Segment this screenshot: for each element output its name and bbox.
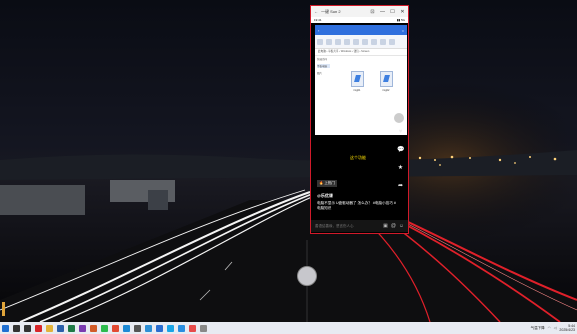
image-file-icon xyxy=(409,71,410,87)
word-icon xyxy=(57,324,64,332)
app-red-icon xyxy=(35,324,42,332)
task-view-taskbar-button[interactable] xyxy=(23,323,33,333)
edge-taskbar-button[interactable] xyxy=(122,323,132,333)
promo-tag[interactable]: 🔥 上热门 xyxy=(317,180,337,187)
at-icon[interactable]: @ xyxy=(391,223,396,229)
start-icon xyxy=(2,324,9,332)
pin-icon[interactable]: ⊡ xyxy=(370,9,375,15)
like-icon[interactable]: ♥ xyxy=(397,129,404,135)
file-item: img01 xyxy=(349,71,365,92)
phone-screen[interactable]: 19:41 ▮▮ 5G ‹ ○ 此电脑 › 平板共享 › Windows › 钱… xyxy=(311,17,408,233)
clock-date: 2025/4/23 xyxy=(559,328,575,332)
window-title: 一键 Sun 2 xyxy=(321,8,341,14)
maximize-button[interactable]: ☐ xyxy=(390,9,395,15)
floating-assist-button[interactable] xyxy=(297,266,317,286)
explorer-ribbon xyxy=(315,35,407,49)
onenote-taskbar-button[interactable] xyxy=(78,323,88,333)
explorer-search-icon: ○ xyxy=(401,27,404,33)
browser-icon xyxy=(178,324,185,332)
status-signal: ▮▮ 5G xyxy=(396,18,405,22)
explorer-sidebar: 快速访问 平板电脑 图片 xyxy=(317,57,330,78)
settings-icon xyxy=(134,324,141,332)
phone-mirror-window[interactable]: ← 一键 Sun 2 ⊡ — ☐ ✕ 19:41 ▮▮ 5G ‹ ○ 此电脑 ›… xyxy=(310,5,409,234)
mail-icon xyxy=(156,324,163,332)
qq-icon xyxy=(167,324,174,332)
wechat-taskbar-button[interactable] xyxy=(100,323,110,333)
edge-icon xyxy=(123,324,130,332)
app-red-taskbar-button[interactable] xyxy=(34,323,44,333)
phone-mirror-taskbar-button[interactable] xyxy=(199,323,209,333)
file-name: img01 xyxy=(353,89,361,92)
excel-icon xyxy=(68,324,75,332)
video-description: 电脑不显示 U盘驱动器了 怎么办？ #电脑小技巧 #电脑知识 xyxy=(317,201,396,210)
wechat-icon xyxy=(101,324,108,332)
onenote-icon xyxy=(79,324,86,332)
system-tray: 气温下降 ◠ ◁ 5:44 2025/4/23 xyxy=(531,322,575,334)
excel-taskbar-button[interactable] xyxy=(67,323,77,333)
search-icon xyxy=(13,324,20,332)
start-taskbar-button[interactable] xyxy=(1,323,11,333)
explorer-path: 此电脑 › 平板共享 › Windows › 钱包 › Screen xyxy=(315,49,407,56)
back-arrow-icon[interactable]: ← xyxy=(314,9,318,14)
task-view-icon xyxy=(24,324,31,332)
clock[interactable]: 5:44 2025/4/23 xyxy=(559,324,575,332)
chrome-icon xyxy=(112,324,119,332)
word-taskbar-button[interactable] xyxy=(56,323,66,333)
mail-taskbar-button[interactable] xyxy=(155,323,165,333)
wifi-icon[interactable]: ◠ xyxy=(548,326,551,330)
powerpoint-icon xyxy=(90,324,97,332)
explorer-sidebar-item: 快速访问 xyxy=(317,58,328,61)
explorer-sidebar-item: 图片 xyxy=(317,72,323,75)
video-icon xyxy=(189,324,196,332)
explorer-header: ‹ ○ xyxy=(315,25,407,35)
emoji-icon[interactable]: ☺ xyxy=(399,223,404,229)
photos-icon xyxy=(145,324,152,332)
comment-input[interactable]: 善语结善缘，恶言伤人心 xyxy=(315,224,380,229)
taskbar xyxy=(0,322,577,334)
favorite-icon[interactable]: ★ xyxy=(397,165,404,171)
explorer-file-grid: img01 img02 img03 xyxy=(349,71,410,92)
folder-icon xyxy=(46,324,53,332)
qq-taskbar-button[interactable] xyxy=(166,323,176,333)
video-taskbar-button[interactable] xyxy=(188,323,198,333)
creator-avatar[interactable] xyxy=(393,112,405,124)
search-taskbar-button[interactable] xyxy=(12,323,22,333)
explorer-sidebar-item: 平板电脑 xyxy=(317,64,330,68)
author-name[interactable]: @乐优课 xyxy=(317,193,333,199)
desktop-edge-marker xyxy=(2,302,5,316)
comment-bar[interactable]: 善语结善缘，恶言伤人心 ▣ @ ☺ xyxy=(311,220,408,232)
chrome-taskbar-button[interactable] xyxy=(111,323,121,333)
powerpoint-taskbar-button[interactable] xyxy=(89,323,99,333)
folder-taskbar-button[interactable] xyxy=(45,323,55,333)
phone-status-bar: 19:41 ▮▮ 5G xyxy=(311,17,408,23)
file-name: img02 xyxy=(382,89,390,92)
phone-mirror-icon xyxy=(200,324,207,332)
comment-icon[interactable]: 💬 xyxy=(397,147,404,153)
status-time: 19:41 xyxy=(314,18,322,22)
settings-taskbar-button[interactable] xyxy=(133,323,143,333)
image-file-icon xyxy=(379,71,393,87)
image-file-icon xyxy=(350,71,364,87)
weather-text[interactable]: 气温下降 xyxy=(531,326,545,331)
image-icon[interactable]: ▣ xyxy=(383,223,388,229)
video-caption: 这个功能 xyxy=(350,155,366,160)
photos-taskbar-button[interactable] xyxy=(144,323,154,333)
minimize-button[interactable]: — xyxy=(380,9,385,15)
desktop-wallpaper xyxy=(0,0,577,322)
browser-taskbar-button[interactable] xyxy=(177,323,187,333)
volume-icon[interactable]: ◁ xyxy=(554,326,557,330)
file-item: img02 xyxy=(378,71,394,92)
close-button[interactable]: ✕ xyxy=(400,9,405,15)
file-item: img03 xyxy=(407,71,410,92)
window-titlebar[interactable]: ← 一键 Sun 2 ⊡ — ☐ ✕ xyxy=(311,6,408,17)
share-icon[interactable]: ➦ xyxy=(397,183,404,189)
explorer-back-icon: ‹ xyxy=(318,27,320,33)
